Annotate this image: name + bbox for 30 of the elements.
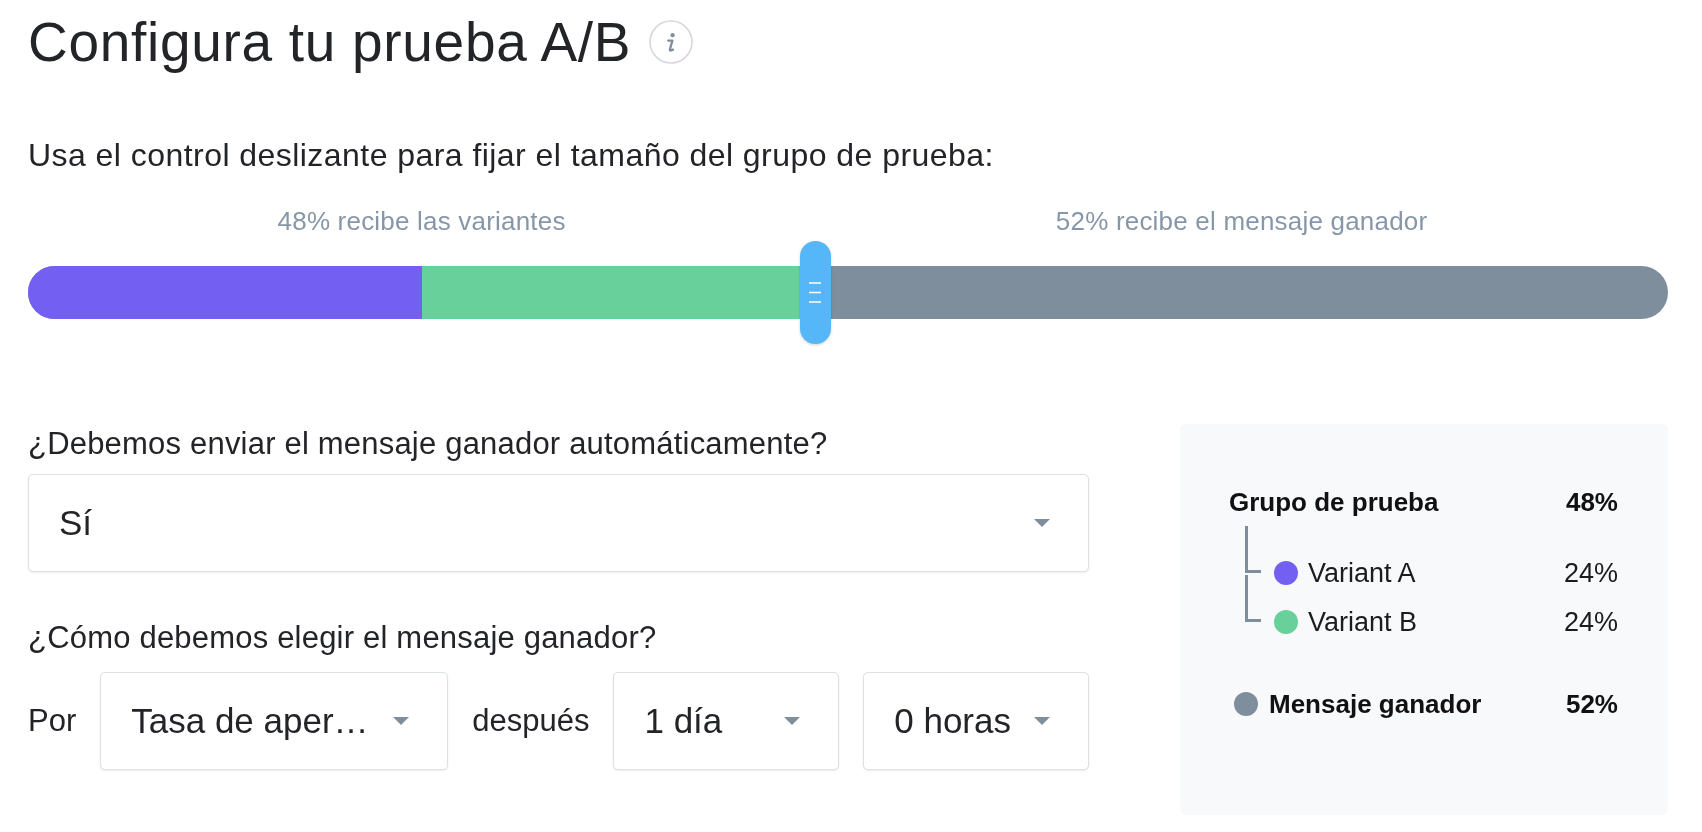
summary-value: 24% xyxy=(1563,605,1618,638)
tree-connector xyxy=(1244,526,1261,573)
info-icon[interactable] xyxy=(649,20,694,64)
summary-label: Variant B xyxy=(1308,605,1419,638)
summary-value: 24% xyxy=(1563,556,1618,589)
summary-label: Grupo de prueba xyxy=(1229,486,1440,518)
rule-label: Por xyxy=(28,703,77,739)
question-text: ¿Cómo debemos elegir el mensaje ganador? xyxy=(28,620,658,656)
instruction-text: Usa el control deslizante para fijar el tamaño del grupo de prueba: xyxy=(28,136,995,175)
grip-icon xyxy=(809,282,822,303)
question-text: ¿Debemos enviar el mensaje ganador automáticamente? xyxy=(28,426,829,462)
dropdown[interactable]: 1 día xyxy=(613,672,840,770)
slider-thumb[interactable] xyxy=(799,241,831,344)
caret-icon xyxy=(1034,519,1050,527)
dropdown[interactable]: 0 horas xyxy=(863,672,1089,770)
rule-label: después xyxy=(472,703,590,739)
summary-label: Mensaje ganador xyxy=(1269,688,1483,720)
dropdown[interactable]: Sí xyxy=(28,474,1089,572)
summary-value: 48% xyxy=(1565,486,1618,518)
summary-label: Variant A xyxy=(1308,556,1417,589)
split-label: 52% recibe el mensaje ganador xyxy=(1055,206,1428,236)
caret-icon xyxy=(1034,717,1050,725)
dropdown[interactable]: Tasa de aper… xyxy=(100,672,449,770)
caret-icon xyxy=(784,717,801,725)
page-title: Configura tu prueba A/B xyxy=(28,10,632,74)
split-label: 48% recibe las variantes xyxy=(277,206,566,236)
slider-track[interactable] xyxy=(28,266,1668,319)
caret-icon xyxy=(393,717,410,725)
tree-connector xyxy=(1244,575,1261,622)
summary-value: 52% xyxy=(1565,688,1618,720)
